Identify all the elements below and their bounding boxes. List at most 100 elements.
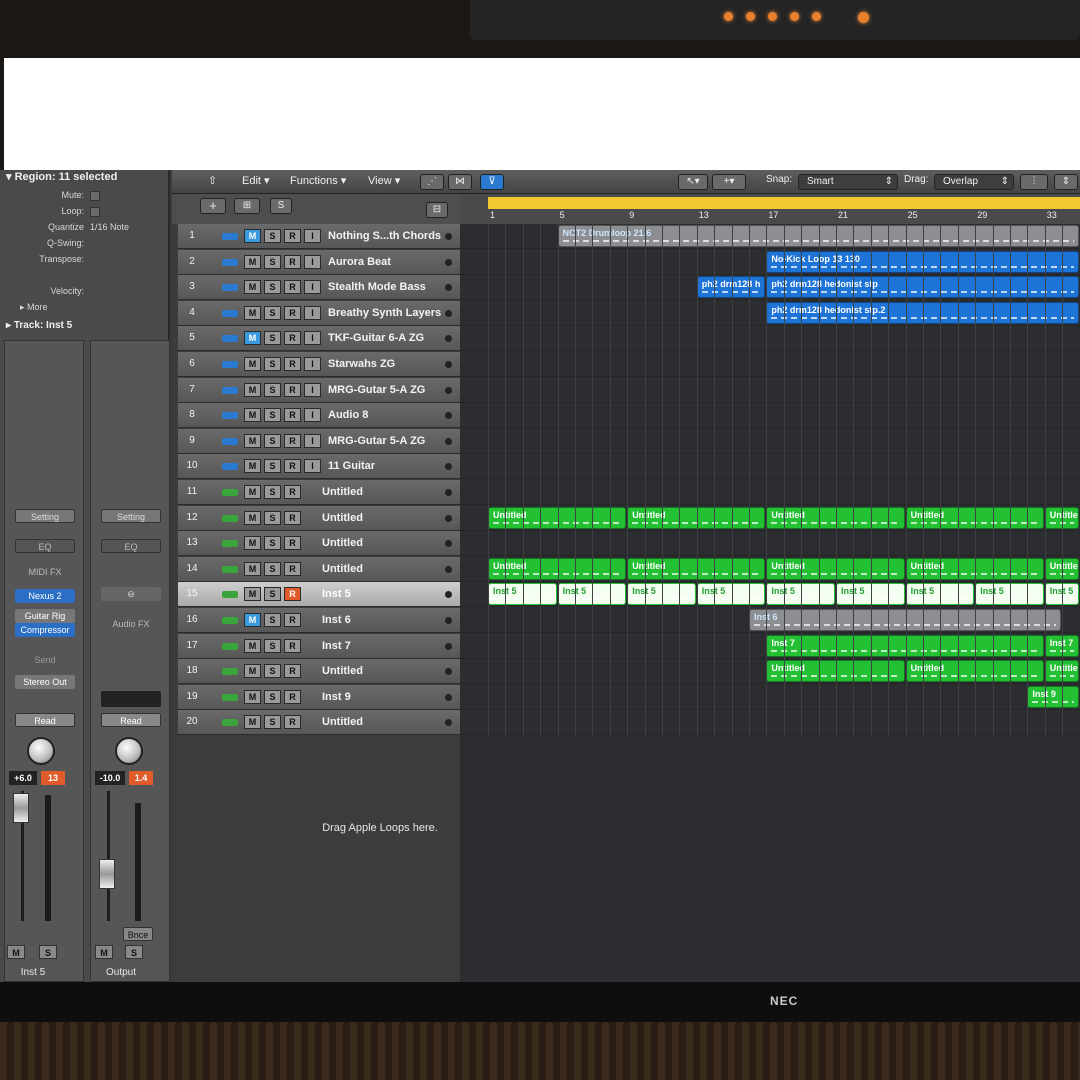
solo-button[interactable]: S <box>264 613 281 627</box>
track-name[interactable]: Aurora Beat <box>328 256 391 268</box>
track-lane[interactable] <box>460 326 1080 352</box>
track-name[interactable]: Inst 9 <box>322 691 351 703</box>
volume-fader[interactable] <box>13 793 29 823</box>
setting-button[interactable]: Setting <box>101 509 161 523</box>
record-button[interactable]: R <box>284 715 301 730</box>
functions-menu[interactable]: Functions ▾ <box>290 174 346 187</box>
q-swing-row[interactable]: Q-Swing: <box>0 238 170 254</box>
record-button[interactable]: R <box>284 664 301 679</box>
record-button[interactable]: R <box>284 689 301 704</box>
midi-fx-slot[interactable]: MIDI FX <box>15 565 75 579</box>
edit-menu[interactable]: Edit ▾ <box>242 174 270 187</box>
mute-button[interactable]: M <box>244 433 261 448</box>
record-button[interactable]: R <box>284 638 301 653</box>
track-lane[interactable] <box>460 454 1080 480</box>
instrument-slot[interactable]: Nexus 2 <box>15 589 75 603</box>
eq-button[interactable]: EQ <box>15 539 75 553</box>
automation-icon[interactable]: ⋰ <box>420 174 444 190</box>
cycle-region[interactable] <box>488 197 1080 209</box>
track-lane[interactable] <box>460 710 1080 736</box>
track-options-icon[interactable] <box>445 693 452 701</box>
record-button[interactable]: R <box>284 536 301 551</box>
track-lane[interactable] <box>460 429 1080 454</box>
mute-button[interactable]: M <box>244 510 261 525</box>
solo-button[interactable]: S <box>264 510 281 525</box>
mute-button[interactable]: M <box>244 664 261 679</box>
track-options-icon[interactable] <box>445 719 452 727</box>
track-lane[interactable] <box>460 378 1080 403</box>
input-monitor-button[interactable]: I <box>304 408 321 423</box>
record-button[interactable]: R <box>284 229 301 243</box>
mute-button[interactable]: M <box>244 536 261 551</box>
track-options-icon[interactable] <box>445 642 452 650</box>
track-row[interactable]: 20 M S R Untitled <box>178 710 460 736</box>
global-solo-button[interactable]: S <box>270 198 292 214</box>
track-options-icon[interactable] <box>445 463 452 471</box>
track-name[interactable]: Inst 5 <box>322 588 351 600</box>
solo-button[interactable]: S <box>39 945 57 959</box>
track-lane[interactable] <box>460 403 1080 429</box>
track-row[interactable]: 12 M S R Untitled <box>178 505 460 531</box>
pointer-tool-icon[interactable]: ↖▾ <box>678 174 708 190</box>
input-monitor-button[interactable]: I <box>304 305 321 320</box>
track-row[interactable]: 14 M S R Untitled <box>178 556 460 582</box>
bar-ruler[interactable]: 1 5 9 13 17 21 25 29 33 <box>460 194 1080 224</box>
solo-button[interactable]: S <box>264 331 281 346</box>
record-button[interactable]: R <box>284 357 301 371</box>
flex-icon[interactable]: ⋈ <box>448 174 472 190</box>
record-button[interactable]: R <box>284 459 301 474</box>
mute-button[interactable]: M <box>244 613 261 627</box>
solo-button[interactable]: S <box>264 536 281 551</box>
track-options-icon[interactable] <box>445 412 452 420</box>
track-lane[interactable] <box>460 480 1080 505</box>
track-name[interactable]: Untitled <box>322 486 363 498</box>
track-row[interactable]: 13 M S R Untitled <box>178 531 460 557</box>
solo-button[interactable]: S <box>264 561 281 576</box>
automation-mode[interactable]: Read <box>101 713 161 727</box>
volume-fader[interactable] <box>99 859 115 889</box>
input-monitor-button[interactable]: I <box>304 357 321 371</box>
track-options-icon[interactable] <box>445 233 452 240</box>
velocity-row[interactable]: Velocity: <box>0 286 170 302</box>
mute-button[interactable]: M <box>244 638 261 653</box>
solo-button[interactable]: S <box>264 305 281 320</box>
track-row[interactable]: 8 M S R I Audio 8 <box>178 403 460 429</box>
mute-button[interactable]: M <box>244 331 261 346</box>
mute-button[interactable]: M <box>244 689 261 704</box>
track-row[interactable]: 10 M S R I 11 Guitar <box>178 454 460 480</box>
record-button[interactable]: R <box>284 485 301 499</box>
track-options-icon[interactable] <box>445 540 452 548</box>
track-options-icon[interactable] <box>445 437 452 445</box>
input-monitor-button[interactable]: I <box>304 254 321 269</box>
pan-knob[interactable] <box>27 737 55 765</box>
track-name[interactable]: Inst 7 <box>322 640 351 652</box>
track-lane[interactable] <box>460 352 1080 377</box>
input-monitor-button[interactable]: I <box>304 280 321 295</box>
input-monitor-button[interactable]: I <box>304 382 321 397</box>
pan-knob[interactable] <box>115 737 143 765</box>
track-name[interactable]: Starwahs ZG <box>328 358 395 370</box>
track-row[interactable]: 1 M S R I Nothing S...th Chords <box>178 224 460 249</box>
record-button[interactable]: R <box>284 613 301 627</box>
record-button[interactable]: R <box>284 305 301 320</box>
track-row[interactable]: 15 M S R Inst 5 <box>178 582 460 608</box>
track-lane[interactable] <box>460 531 1080 557</box>
solo-button[interactable]: S <box>125 945 143 959</box>
track-name[interactable]: Stealth Mode Bass <box>328 281 426 293</box>
track-row[interactable]: 9 M S R I MRG-Gutar 5-A ZG <box>178 428 460 454</box>
track-options-icon[interactable] <box>445 514 452 522</box>
track-row[interactable]: 16 M S R Inst 6 <box>178 608 460 633</box>
snap-select[interactable]: Smart ⇕ <box>798 174 898 190</box>
mute-button[interactable]: M <box>244 408 261 423</box>
region[interactable]: Inst 9 <box>1027 685 1079 708</box>
mute-button[interactable]: M <box>244 254 261 269</box>
track-options-icon[interactable] <box>445 591 452 599</box>
track-name[interactable]: 11 Guitar <box>328 460 375 472</box>
transpose-row[interactable]: Transpose: <box>0 254 170 270</box>
automation-mode[interactable]: Read <box>15 713 75 727</box>
track-name[interactable]: Untitled <box>322 537 363 549</box>
solo-button[interactable]: S <box>264 587 281 602</box>
solo-button[interactable]: S <box>264 229 281 243</box>
solo-button[interactable]: S <box>264 254 281 269</box>
mute-button[interactable]: M <box>244 459 261 474</box>
